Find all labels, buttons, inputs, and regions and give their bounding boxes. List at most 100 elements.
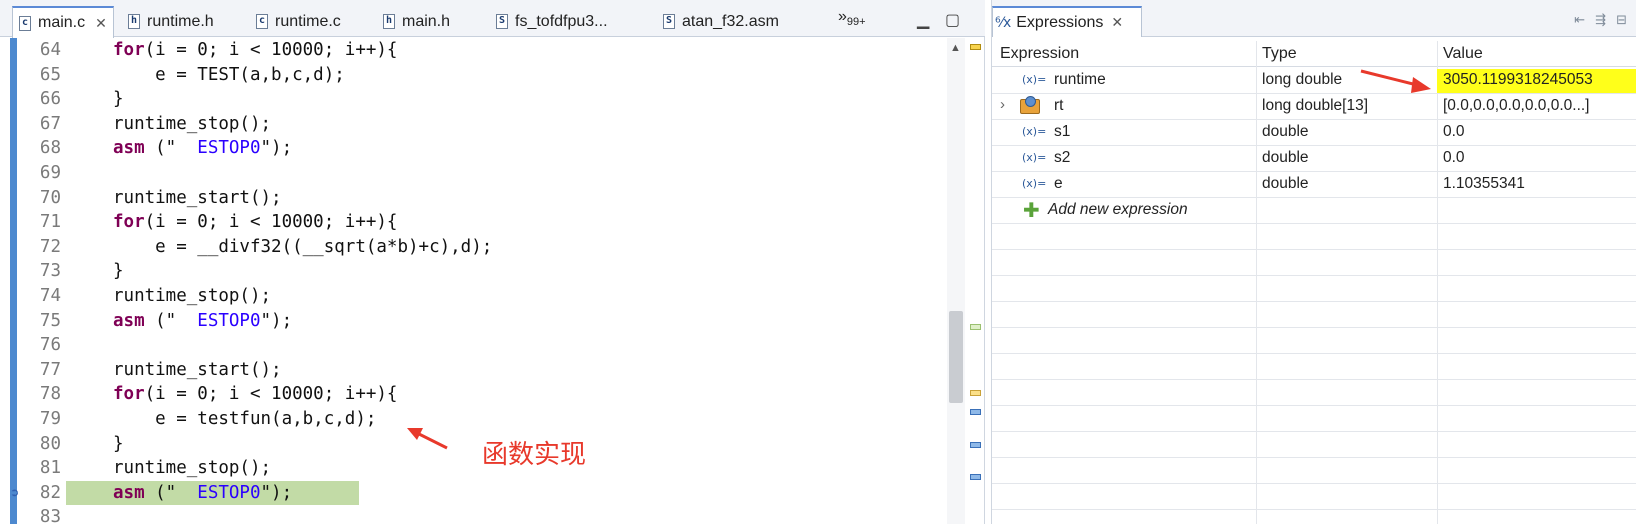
warning-marker[interactable] — [970, 44, 981, 50]
expression-type: double — [1262, 123, 1309, 140]
code-line[interactable]: 81 runtime_stop(); — [17, 456, 942, 481]
expression-value[interactable]: 0.0 — [1443, 149, 1465, 167]
overview-ruler[interactable] — [967, 38, 983, 524]
code-line[interactable]: 82 asm (" ESTOP0"); — [17, 480, 942, 506]
table-row[interactable]: (x)= e double 1.10355341 — [992, 172, 1636, 198]
code-line[interactable]: 76 — [17, 333, 942, 358]
expression-value[interactable]: 3050.1199318245053 — [1443, 71, 1593, 89]
code-text: runtime_start(); — [113, 359, 282, 380]
code-line[interactable]: 72 e = __divf32((__sqrt(a*b)+c),d); — [17, 235, 942, 260]
marker[interactable] — [970, 390, 981, 396]
c-file-icon: c — [19, 15, 31, 31]
empty-row — [992, 380, 1636, 406]
asm-file-icon: S — [496, 14, 508, 29]
table-row[interactable]: › rt long double[13] [0.0,0.0,0.0,0.0,0.… — [992, 94, 1636, 120]
column-header-type[interactable]: Type — [1262, 45, 1297, 63]
code-line[interactable]: 74 runtime_stop(); — [17, 284, 942, 309]
code-line[interactable]: 79 e = testfun(a,b,c,d); — [17, 407, 942, 432]
table-row[interactable]: (x)= runtime long double 3050.1199318245… — [992, 68, 1636, 94]
minimize-icon[interactable]: ▁ — [917, 10, 929, 30]
table-row[interactable]: (x)= s1 double 0.0 — [992, 120, 1636, 146]
tab-expressions[interactable]: ⁶⁄x Expressions ✕ — [992, 6, 1142, 37]
code-line[interactable]: 73} — [17, 259, 942, 284]
marker[interactable] — [970, 324, 981, 330]
code-line[interactable]: 68 asm (" ESTOP0"); — [17, 136, 942, 161]
overflow-count: 99+ — [846, 16, 866, 29]
annotation-arrow-icon — [407, 428, 448, 450]
expression-name: s1 — [1054, 123, 1071, 140]
view-tab-bar: ⁶⁄x Expressions ✕ ⇤ ⇶ ⊟ — [992, 0, 1636, 37]
expand-chevron-icon[interactable]: › — [1000, 96, 1005, 113]
add-new-expression[interactable]: Add new expression — [1048, 201, 1188, 219]
tab-overflow-button[interactable]: »99+ — [838, 8, 866, 28]
tab-main-c[interactable]: c main.c ✕ — [12, 6, 114, 38]
marker[interactable] — [970, 409, 981, 415]
line-number: 65 — [39, 64, 61, 85]
maximize-icon[interactable]: ▢ — [945, 10, 960, 30]
tab-label: atan_f32.asm — [682, 12, 779, 30]
code-line[interactable]: 77 runtime_start(); — [17, 358, 942, 383]
column-header-expression[interactable]: Expression — [1000, 45, 1079, 63]
code-line[interactable]: 66} — [17, 87, 942, 112]
tab-main-h[interactable]: h main.h — [383, 6, 450, 37]
code-line[interactable]: 78 for(i = 0; i < 10000; i++){ — [17, 382, 942, 407]
empty-row — [992, 328, 1636, 354]
annotation-arrow-icon — [1360, 69, 1431, 93]
collapse-all-icon[interactable]: ⇤ — [1574, 12, 1585, 28]
line-number: 73 — [39, 261, 61, 282]
line-number: 67 — [39, 113, 61, 134]
remove-icon[interactable]: ⊟ — [1616, 12, 1627, 28]
tab-label: fs_tofdfpu3... — [515, 12, 608, 30]
code-line[interactable]: 64 for(i = 0; i < 10000; i++){ — [17, 38, 942, 63]
empty-row — [992, 458, 1636, 484]
tab-runtime-h[interactable]: h runtime.h — [128, 6, 214, 37]
code-text: e = testfun(a,b,c,d); — [113, 409, 377, 429]
scroll-up-icon[interactable]: ▲ — [950, 42, 961, 54]
column-header-value[interactable]: Value — [1443, 45, 1483, 63]
add-expression-row[interactable]: ✚ Add new expression — [992, 198, 1636, 224]
code-text: runtime_stop(); — [113, 286, 272, 306]
expression-value[interactable]: 1.10355341 — [1443, 175, 1525, 193]
code-line[interactable]: 75 asm (" ESTOP0"); — [17, 309, 942, 334]
variable-icon: (x)= — [1022, 73, 1047, 86]
empty-row — [992, 406, 1636, 432]
close-icon[interactable]: ✕ — [1111, 14, 1123, 31]
code-line[interactable]: 67 runtime_stop(); — [17, 112, 942, 137]
view-toolbar: ⇤ ⇶ ⊟ — [1574, 12, 1627, 28]
vertical-scrollbar[interactable]: ▲ — [947, 38, 965, 524]
tab-atan-f32-asm[interactable]: S atan_f32.asm — [663, 6, 779, 37]
code-line[interactable]: 80} — [17, 432, 942, 457]
expression-name: runtime — [1054, 71, 1106, 88]
line-number: 78 — [39, 384, 61, 405]
expression-name: s2 — [1054, 149, 1071, 166]
table-row[interactable]: (x)= s2 double 0.0 — [992, 146, 1636, 172]
code-line[interactable]: 69 — [17, 161, 942, 186]
line-number: 71 — [39, 212, 61, 233]
code-line[interactable]: 70 runtime_start(); — [17, 186, 942, 211]
scrollbar-thumb[interactable] — [949, 311, 963, 403]
tab-fs-tofdfpu3[interactable]: S fs_tofdfpu3... — [496, 6, 608, 37]
code-area[interactable]: 64 for(i = 0; i < 10000; i++){65 e = TEST… — [17, 38, 942, 524]
marker[interactable] — [970, 442, 981, 448]
tab-label: main.h — [402, 12, 451, 30]
variable-icon: (x)= — [1022, 151, 1047, 164]
code-line[interactable]: 65 e = TEST(a,b,c,d); — [17, 63, 942, 88]
new-expression-icon[interactable]: ⇶ — [1595, 12, 1606, 28]
empty-row — [992, 484, 1636, 510]
empty-row — [992, 276, 1636, 302]
line-number: 76 — [39, 335, 61, 356]
close-icon[interactable]: ✕ — [95, 15, 107, 32]
marker[interactable] — [970, 474, 981, 480]
tab-runtime-c[interactable]: c runtime.c — [256, 6, 341, 37]
code-line[interactable]: 71 for(i = 0; i < 10000; i++){ — [17, 210, 942, 235]
annotation-label: 函数实现 — [482, 440, 587, 470]
code-text: } — [113, 89, 124, 110]
asm-file-icon: S — [663, 14, 675, 29]
editor-tab-bar: c main.c ✕ h runtime.h c runtime.c h mai… — [0, 0, 985, 38]
expression-value[interactable]: [0.0,0.0,0.0,0.0,0.0...] — [1443, 97, 1590, 115]
change-ruler — [10, 38, 17, 524]
code-line[interactable]: 83 — [17, 505, 942, 524]
expression-value[interactable]: 0.0 — [1443, 123, 1465, 141]
variable-icon: (x)= — [1022, 125, 1047, 138]
expressions-view: ⁶⁄x Expressions ✕ ⇤ ⇶ ⊟ Expression Type … — [991, 0, 1636, 524]
